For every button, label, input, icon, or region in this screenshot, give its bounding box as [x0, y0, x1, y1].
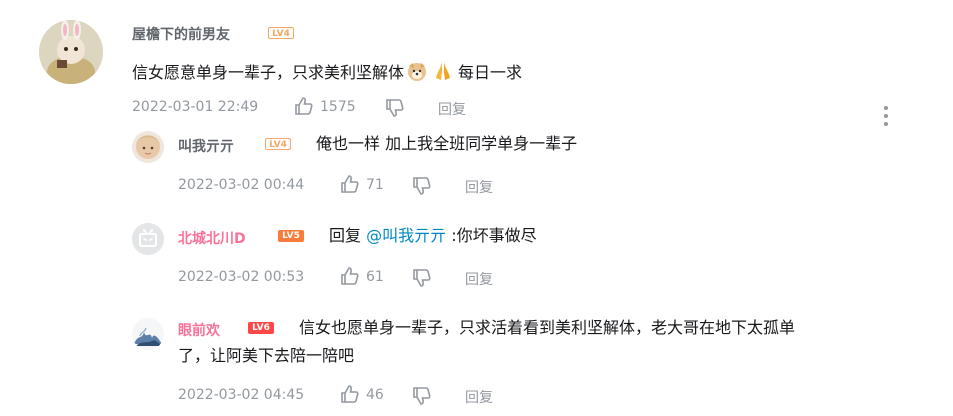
dislike-icon[interactable] [412, 268, 432, 292]
comment-time: 2022-03-01 22:49 [132, 99, 259, 115]
reply-text-line-1: 信女也愿单身一辈子，只求活着看到美利坚解体，老大哥在地下太孤单 [299, 318, 796, 337]
default-tv-avatar-icon [132, 223, 164, 255]
dislike-icon[interactable] [412, 176, 432, 200]
like-count: 46 [366, 387, 384, 403]
dislike-icon[interactable] [385, 98, 405, 122]
username[interactable]: 北城北川D [178, 228, 246, 248]
username[interactable]: 叫我亓亓 [178, 136, 234, 156]
like-count: 71 [366, 177, 384, 193]
like-icon[interactable] [340, 266, 360, 290]
like-icon[interactable] [340, 174, 360, 198]
like-count: 61 [366, 269, 384, 285]
reply-button[interactable]: 回复 [465, 387, 493, 407]
more-options-icon[interactable] [884, 106, 888, 130]
reply-button[interactable]: 回复 [438, 99, 466, 119]
username[interactable]: 屋檐下的前男友 [132, 24, 230, 44]
comment-text-tail: 每日一求 [458, 63, 523, 82]
dislike-icon[interactable] [412, 386, 432, 410]
level-badge: LV6 [248, 322, 274, 334]
level-badge: LV5 [278, 230, 304, 242]
reply-text-line-2: 了，让阿美下去陪一陪吧 [178, 346, 355, 365]
like-count: 1575 [320, 99, 356, 115]
reply-button[interactable]: 回复 [465, 269, 493, 289]
reply-time: 2022-03-02 00:44 [178, 177, 305, 193]
username[interactable]: 眼前欢 [178, 320, 220, 340]
comment-text-main: 信女愿意单身一辈子，只求美利坚解体 [132, 63, 405, 82]
avatar[interactable] [132, 318, 164, 350]
avatar-image [39, 20, 103, 84]
like-icon[interactable] [294, 96, 314, 120]
reply-time: 2022-03-02 00:53 [178, 269, 305, 285]
level-badge: LV4 [268, 27, 294, 39]
reply-body: :你坏事做尽 [451, 226, 537, 245]
comment-text: 信女愿意单身一辈子，只求美利坚解体 每日一求 [132, 58, 522, 92]
level-badge: LV4 [265, 138, 291, 150]
avatar-image [132, 318, 164, 350]
mention-link[interactable]: @叫我亓亓 [366, 226, 446, 245]
reply-text: 俺也一样 加上我全班同学单身一辈子 [316, 134, 578, 153]
reply-time: 2022-03-02 04:45 [178, 387, 305, 403]
doge-emoji-icon [406, 60, 428, 92]
avatar[interactable] [39, 20, 103, 84]
avatar[interactable] [132, 223, 164, 255]
avatar[interactable] [132, 131, 164, 163]
like-icon[interactable] [340, 384, 360, 408]
reply-button[interactable]: 回复 [465, 177, 493, 197]
reply-text: 回复 @叫我亓亓 :你坏事做尽 [329, 221, 537, 251]
pray-emoji-icon [432, 60, 454, 92]
avatar-image [132, 131, 164, 163]
reply-prefix: 回复 [329, 226, 362, 245]
